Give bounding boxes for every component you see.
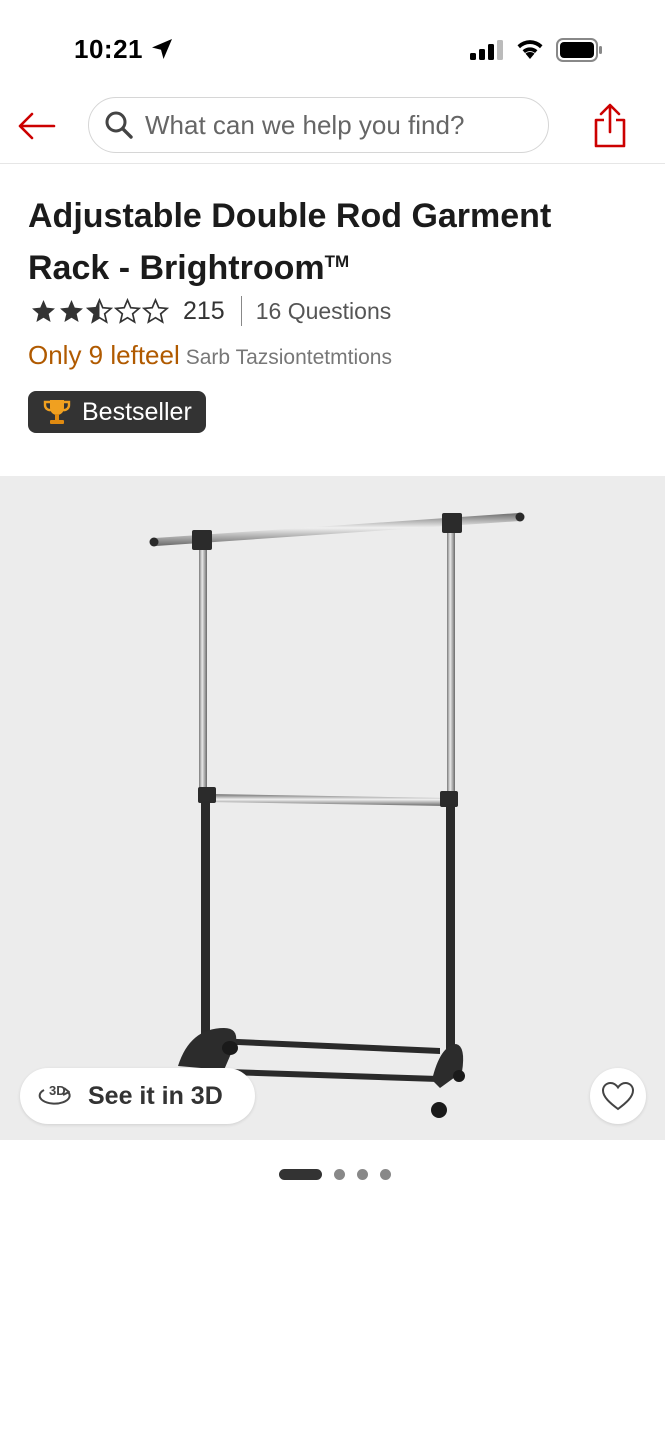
cellular-signal-icon [470, 40, 503, 60]
star-half-icon [86, 297, 113, 324]
pager-dot[interactable] [380, 1168, 391, 1180]
rating-row[interactable]: 215 16 Questions [30, 294, 391, 328]
stock-status: Only 9 lefteel Sarb Tazsiontetmtions [28, 340, 392, 371]
star-full-icon [32, 299, 55, 322]
favorite-button[interactable] [590, 1068, 646, 1124]
svg-text:3D: 3D [49, 1083, 66, 1098]
status-bar: 10:21 [0, 0, 665, 88]
image-pager [279, 1167, 391, 1181]
share-button[interactable] [588, 100, 632, 150]
trademark-symbol: TM [324, 252, 350, 271]
arrow-left-icon [18, 112, 56, 140]
product-title-text: Adjustable Double Rod Garment Rack - Bri… [28, 197, 552, 287]
trophy-icon [43, 400, 71, 424]
product-title: Adjustable Double Rod Garment Rack - Bri… [28, 194, 638, 291]
see-in-3d-button[interactable]: 3D See it in 3D [20, 1068, 255, 1124]
star-empty-icon [114, 297, 141, 324]
rating-count[interactable]: 215 [183, 297, 225, 326]
stock-left-text: Only 9 lefteel [28, 340, 180, 370]
stock-extra-text: Sarb Tazsiontetmtions [185, 346, 392, 369]
search-input[interactable] [145, 109, 525, 141]
top-navigation [0, 88, 665, 164]
share-icon [594, 103, 626, 148]
wifi-icon [517, 40, 543, 59]
see-in-3d-label: See it in 3D [88, 1081, 223, 1110]
star-full-icon [60, 299, 83, 322]
bestseller-badge: Bestseller [28, 391, 206, 433]
bestseller-label: Bestseller [82, 397, 192, 426]
pager-dot[interactable] [357, 1168, 368, 1180]
product-image-gallery[interactable]: 3D See it in 3D [0, 476, 665, 1140]
heart-icon [601, 1081, 635, 1111]
3d-rotate-icon: 3D [38, 1083, 71, 1105]
rating-divider [240, 296, 242, 326]
questions-link[interactable]: 16 Questions [256, 298, 392, 325]
status-time: 10:21 [74, 34, 143, 64]
battery-icon [556, 38, 602, 62]
product-page: 10:21 What can we help you find? Adjusta… [0, 0, 665, 1440]
back-button[interactable] [14, 106, 58, 146]
garment-rack-image [149, 512, 525, 1118]
star-rating [30, 297, 169, 325]
location-arrow-icon [152, 39, 172, 59]
search-bar[interactable] [88, 97, 549, 153]
pager-dot-active[interactable] [279, 1168, 322, 1180]
search-icon [103, 109, 135, 141]
star-empty-icon [142, 297, 169, 324]
pager-dot[interactable] [334, 1168, 345, 1180]
